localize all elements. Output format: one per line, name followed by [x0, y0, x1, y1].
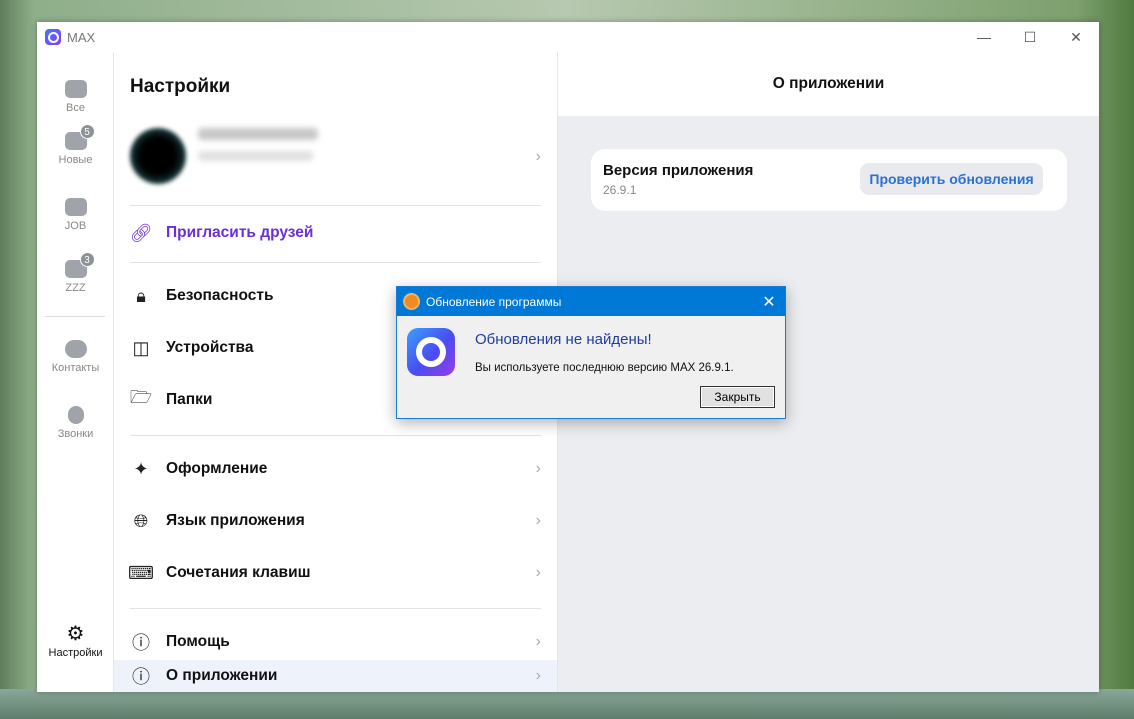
devices-icon: ◫	[132, 337, 150, 358]
profile-phone-blurred	[198, 151, 313, 161]
rail-label: ZZZ	[65, 282, 86, 294]
settings-item-appearance[interactable]: ✦ Оформление ›	[114, 443, 557, 495]
rail-label: Новые	[58, 154, 93, 166]
about-title: О приложении	[558, 52, 1099, 116]
update-icon	[405, 295, 418, 308]
folder-icon: 3	[64, 252, 95, 278]
row-label: Оформление	[166, 460, 268, 477]
chevron-right-icon: ›	[535, 460, 541, 477]
check-updates-button[interactable]: Проверить обновления	[860, 163, 1043, 195]
settings-item-language[interactable]: 🌐︎ Язык приложения ›	[114, 495, 557, 547]
folder-icon: 5	[64, 124, 95, 150]
page-title: Настройки	[130, 76, 231, 97]
chevron-right-icon: ›	[535, 512, 541, 529]
link-icon: 🔗︎	[129, 222, 153, 243]
avatar	[130, 128, 186, 184]
row-label: Пригласить друзей	[166, 224, 314, 241]
folder-icon: 🗁︎	[129, 387, 153, 407]
version-label: Версия приложения	[603, 162, 754, 179]
rail-label: Звонки	[57, 428, 94, 440]
rail-item-new[interactable]: 5 Новые	[37, 124, 114, 166]
chevron-right-icon: ›	[535, 148, 541, 165]
phone-icon	[67, 406, 84, 424]
dialog-message: Вы используете последнюю версию MAX 26.9…	[475, 362, 734, 374]
info-icon: ⓘ	[132, 667, 150, 687]
rail-item-all[interactable]: Все	[37, 80, 114, 114]
maximize-button[interactable]: ☐	[1007, 22, 1053, 52]
dialog-title: Обновление программы	[426, 294, 562, 309]
rail-item-job[interactable]: JOB	[37, 198, 114, 232]
settings-item-shortcuts[interactable]: ⌨ Сочетания клавиш ›	[114, 547, 557, 599]
rail-label: Настройки	[48, 647, 103, 659]
unread-badge: 3	[79, 252, 95, 267]
divider	[130, 205, 541, 206]
gear-icon: ⚙	[66, 623, 85, 645]
dialog-heading: Обновления не найдены!	[475, 331, 652, 348]
magic-wand-icon: ✦	[133, 458, 149, 479]
window-title: MAX	[67, 29, 96, 45]
profile-name-blurred	[198, 128, 318, 140]
divider	[130, 262, 541, 263]
globe-icon: 🌐︎	[133, 510, 149, 531]
chat-icon	[64, 80, 87, 98]
dialog-close-button[interactable]: Закрыть	[700, 386, 775, 408]
lock-icon: 🔒︎	[136, 285, 146, 306]
desktop-background	[0, 689, 1134, 719]
rail-item-settings[interactable]: ⚙ Настройки	[37, 624, 114, 659]
max-app-icon	[407, 328, 455, 376]
divider	[130, 435, 541, 436]
version-value: 26.9.1	[603, 183, 637, 197]
row-label: Сочетания клавиш	[166, 564, 311, 581]
chevron-right-icon: ›	[535, 667, 541, 684]
row-label: Устройства	[166, 339, 254, 356]
rail-item-calls[interactable]: Звонки	[37, 406, 114, 440]
rail-label: Контакты	[51, 362, 100, 374]
folder-rail: Все 5 Новые JOB 3 ZZZ Контакты Звонки ⚙ Нас…	[37, 52, 114, 692]
update-dialog: Обновление программы ✕ Обновления не най…	[396, 286, 786, 419]
dialog-close-icon[interactable]: ✕	[753, 287, 785, 316]
close-window-button[interactable]: ✕	[1053, 22, 1099, 52]
help-icon: ⓘ	[132, 633, 150, 653]
folder-icon	[64, 198, 87, 216]
invite-friends-link[interactable]: 🔗︎ Пригласить друзей	[114, 207, 557, 259]
version-card: Версия приложения 26.9.1 Проверить обнов…	[591, 149, 1067, 211]
chevron-right-icon: ›	[535, 633, 541, 650]
minimize-button[interactable]: —	[961, 22, 1007, 52]
unread-badge: 5	[79, 124, 95, 139]
rail-divider	[45, 316, 105, 317]
contacts-icon	[64, 340, 87, 358]
title-bar: MAX	[37, 22, 1099, 52]
max-logo-icon	[45, 29, 61, 45]
rail-item-contacts[interactable]: Контакты	[37, 340, 114, 374]
dialog-title-bar: Обновление программы	[397, 287, 785, 316]
settings-item-about[interactable]: ⓘ О приложении ›	[114, 660, 557, 692]
row-label: О приложении	[166, 667, 278, 684]
row-label: Помощь	[166, 633, 230, 650]
rail-item-zzz[interactable]: 3 ZZZ	[37, 252, 114, 294]
divider	[130, 608, 541, 609]
row-label: Язык приложения	[166, 512, 305, 529]
keyboard-icon: ⌨	[128, 562, 154, 583]
row-label: Папки	[166, 391, 213, 408]
rail-label: JOB	[64, 220, 87, 232]
rail-label: Все	[66, 102, 85, 114]
row-label: Безопасность	[166, 287, 274, 304]
chevron-right-icon: ›	[535, 564, 541, 581]
